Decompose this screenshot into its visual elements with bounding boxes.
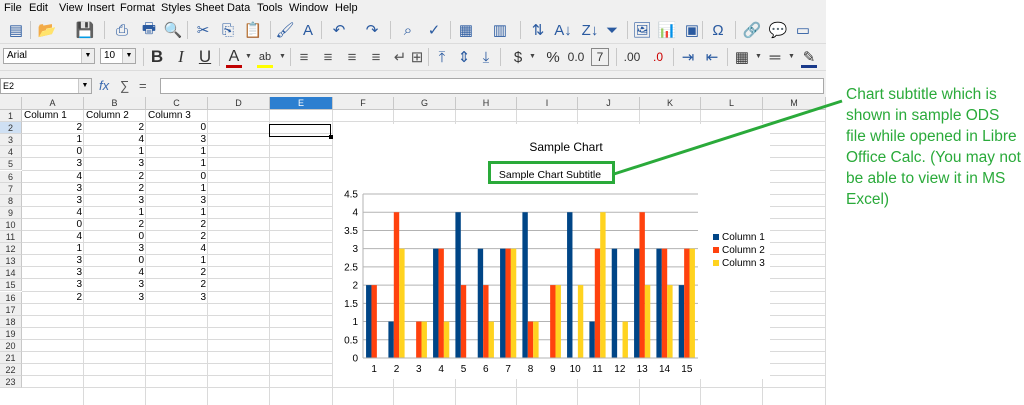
annotation-text: Chart subtitle which is shown in sample … — [846, 86, 1021, 208]
subtitle-callout-box — [488, 161, 615, 184]
callout-arrow-line — [613, 99, 843, 176]
